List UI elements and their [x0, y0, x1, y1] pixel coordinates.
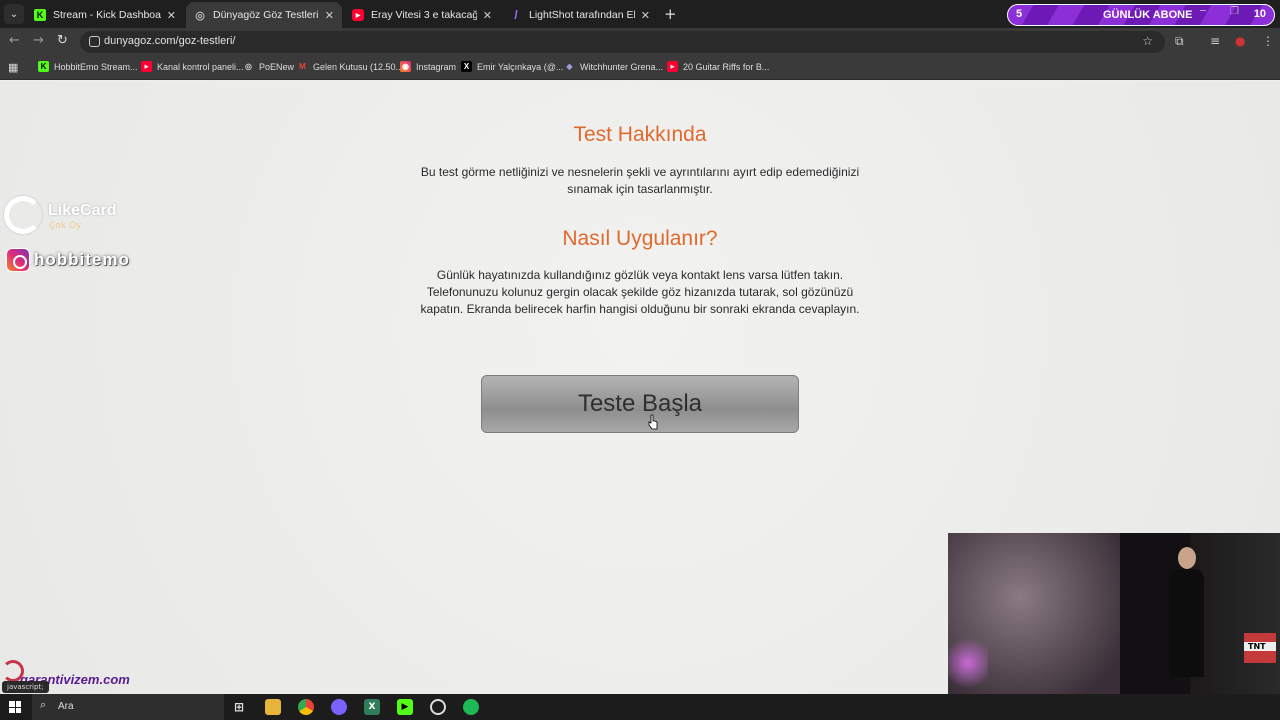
close-icon[interactable]: ✕: [167, 9, 176, 22]
search-placeholder: Ara: [58, 701, 74, 712]
tab-search-button[interactable]: ⌄: [4, 4, 24, 24]
bookmark-item[interactable]: ▶ Kanal kontrol paneli...: [141, 61, 244, 72]
tab-youtube-video[interactable]: ▶ Eray Vitesi 3 e takacağına 1 e ta ✕: [344, 2, 500, 28]
url-text: dunyagoz.com/goz-testleri/: [104, 35, 236, 47]
tab-title: Dünyagöz Göz Testleri: [213, 9, 319, 21]
chat-app-icon[interactable]: [331, 699, 347, 715]
x-icon: X: [461, 61, 472, 72]
spotify-icon[interactable]: [463, 699, 479, 715]
kick-icon: K: [34, 9, 46, 21]
lightshot-icon: /: [514, 8, 518, 22]
instagram-icon: ◉: [400, 61, 411, 72]
webcam-overlay: TNT: [948, 533, 1280, 694]
speed-gauge-icon[interactable]: [430, 699, 446, 715]
menu-icon[interactable]: ⋮: [1262, 34, 1274, 48]
browser-tab-strip: ⌄ K Stream - Kick Dashboard ✕ ◎ Dünyagöz…: [0, 0, 1280, 28]
about-heading: Test Hakkında: [573, 123, 707, 146]
windows-start-icon[interactable]: [9, 701, 21, 713]
youtube-icon: ▶: [352, 9, 364, 21]
profile-avatar[interactable]: ●: [1235, 34, 1245, 48]
instagram-overlay: hobbitemo: [6, 248, 130, 272]
bookmark-item[interactable]: ◎ PoENew: [243, 61, 294, 72]
search-icon: ⌕: [40, 699, 47, 711]
about-text: Bu test görme netliğinizi ve nesnelerin …: [420, 165, 860, 196]
reload-icon[interactable]: ↻: [57, 33, 68, 48]
streamer: [1170, 547, 1204, 677]
instagram-handle: hobbitemo: [34, 250, 130, 269]
close-icon[interactable]: ✕: [325, 9, 334, 22]
tnt-label: TNT: [1248, 642, 1266, 651]
globe-icon: ◎: [245, 62, 252, 71]
goal-label: GÜNLÜK ABONE: [1103, 9, 1193, 21]
tab-kick-dashboard[interactable]: K Stream - Kick Dashboard ✕: [26, 2, 184, 28]
tab-title: Stream - Kick Dashboard: [53, 9, 161, 21]
new-tab-button[interactable]: +: [664, 5, 677, 23]
streamer-head: [1178, 547, 1196, 569]
back-icon[interactable]: ←: [9, 33, 20, 48]
bookmark-label: Kanal kontrol paneli...: [157, 61, 244, 72]
close-icon[interactable]: ✕: [641, 9, 650, 22]
howto-text: Günlük hayatınızda kullandığınız gözlük …: [420, 268, 860, 316]
youtube-icon: ▶: [667, 61, 678, 72]
file-explorer-icon[interactable]: [265, 699, 281, 715]
gmail-icon: M: [299, 62, 306, 71]
youtube-icon: ▶: [141, 61, 152, 72]
bookmark-label: HobbitEmo Stream...: [54, 61, 138, 72]
bookmark-star-icon[interactable]: ☆: [1142, 34, 1153, 48]
tab-dunyagoz[interactable]: ◎ Dünyagöz Göz Testleri ✕: [186, 2, 342, 28]
media-icon[interactable]: ≡: [1210, 34, 1220, 48]
bookmark-label: 20 Guitar Riffs for B...: [683, 61, 770, 72]
goal-target: 10: [1253, 8, 1266, 20]
bookmark-item[interactable]: ◆ Witchhunter Grena...: [564, 61, 663, 72]
webcam-light: [948, 633, 988, 693]
bookmark-label: Instagram: [416, 61, 457, 72]
minimize-icon[interactable]: ─: [1200, 6, 1206, 17]
likecard-sub: Çok Oy: [49, 221, 82, 231]
goal-current: 5: [1016, 8, 1023, 20]
chrome-icon[interactable]: [298, 699, 314, 715]
likecard-name: LikeCard: [48, 202, 117, 219]
bookmark-item[interactable]: ▶ 20 Guitar Riffs for B...: [667, 61, 769, 72]
taskbar: ⌕ Ara ⊞ X ▶: [0, 694, 1280, 720]
browser-toolbar: ← → ↻ dunyagoz.com/goz-testleri/ ☆ ⧉ ≡ ●…: [0, 28, 1280, 56]
address-bar[interactable]: dunyagoz.com/goz-testleri/ ☆: [80, 31, 1165, 53]
kick-app-icon[interactable]: ▶: [397, 699, 413, 715]
site-info-icon[interactable]: [89, 36, 100, 47]
tnt-block: TNT: [1244, 633, 1276, 663]
bookmark-item[interactable]: M Gelen Kutusu (12.50...: [297, 61, 403, 72]
kick-icon: K: [38, 61, 49, 72]
streamer-body: [1170, 569, 1204, 677]
likecard-logo-icon: [4, 196, 42, 234]
taskbar-search[interactable]: ⌕ Ara: [32, 694, 224, 720]
extensions-icon[interactable]: ⧉: [1175, 34, 1184, 49]
close-icon[interactable]: ✕: [483, 9, 492, 22]
status-bar-url: javascript;: [2, 681, 49, 693]
bookmark-label: Witchhunter Grena...: [580, 61, 664, 72]
hand-cursor-icon: [648, 414, 658, 430]
apps-grid-icon[interactable]: ▦: [8, 61, 18, 74]
bookmark-label: PoENew: [259, 61, 295, 72]
restore-icon[interactable]: ❐: [1230, 6, 1239, 17]
bookmark-item[interactable]: ◉ Instagram: [400, 61, 456, 72]
task-view-icon[interactable]: ⊞: [231, 699, 247, 715]
bookmark-label: Emir Yalçınkaya (@...: [477, 61, 564, 72]
start-test-button[interactable]: Teste Başla: [481, 375, 799, 433]
shield-icon: ◆: [566, 62, 573, 71]
globe-icon: ◎: [195, 9, 205, 22]
bookmark-item[interactable]: K HobbitEmo Stream...: [38, 61, 138, 72]
bookmark-label: Gelen Kutusu (12.50...: [313, 61, 404, 72]
xbox-icon[interactable]: X: [364, 699, 380, 715]
howto-heading: Nasıl Uygulanır?: [562, 227, 718, 250]
bookmark-item[interactable]: X Emir Yalçınkaya (@...: [461, 61, 563, 72]
bookmarks-bar: ▦ K HobbitEmo Stream... ▶ Kanal kontrol pa…: [0, 56, 1280, 80]
forward-icon[interactable]: →: [33, 33, 44, 48]
tab-title: LightShot tarafından Ekran Görü: [529, 9, 635, 21]
tab-lightshot[interactable]: / LightShot tarafından Ekran Görü ✕: [502, 2, 658, 28]
tab-title: Eray Vitesi 3 e takacağına 1 e ta: [371, 9, 477, 21]
instagram-icon: [6, 248, 30, 272]
